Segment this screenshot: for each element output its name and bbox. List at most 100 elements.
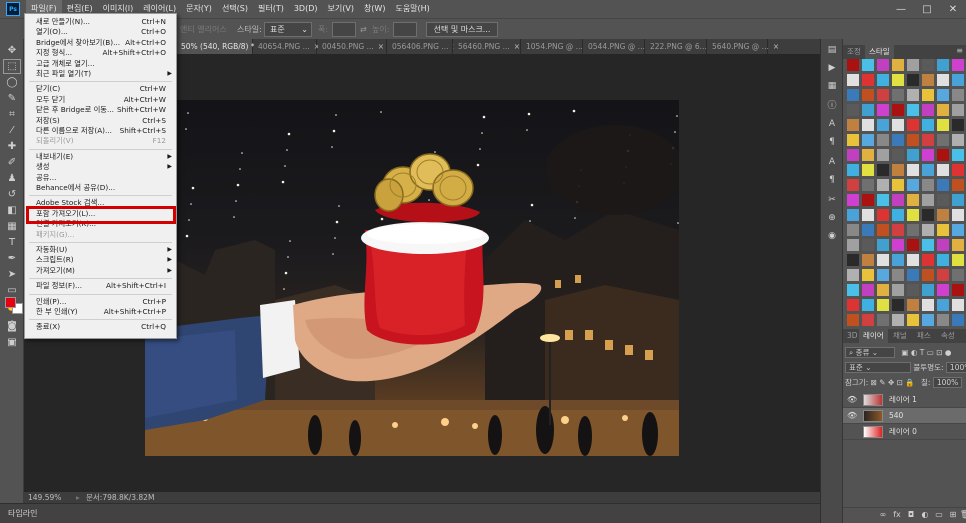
style-swatch[interactable] — [862, 269, 874, 281]
style-swatch[interactable] — [907, 224, 919, 236]
style-swatch[interactable] — [922, 59, 934, 71]
path-select-tool-icon[interactable]: ➤ — [3, 267, 21, 282]
style-swatch[interactable] — [937, 209, 949, 221]
style-swatch[interactable] — [937, 254, 949, 266]
quick-select-tool-icon[interactable]: ✎ — [3, 91, 21, 106]
properties-icon[interactable]: ▦ — [824, 79, 840, 93]
marquee-tool-icon[interactable]: ⬚ — [3, 59, 21, 74]
style-swatch[interactable] — [892, 284, 904, 296]
style-swatch[interactable] — [922, 89, 934, 101]
file-menu-item[interactable]: 닫기(C) Ctrl+W — [25, 84, 176, 94]
new-layer-icon[interactable]: ⊞ — [947, 510, 959, 519]
style-swatch[interactable] — [907, 89, 919, 101]
style-swatch[interactable] — [847, 119, 859, 131]
style-swatch[interactable] — [892, 224, 904, 236]
layer-filter-icons[interactable]: ▣ ◐ T ▭ ⊡ ● — [901, 348, 951, 357]
timeline-tab[interactable]: 타임라인 — [8, 508, 37, 519]
layer-row[interactable]: 레이어 0 — [843, 424, 966, 440]
style-swatch[interactable] — [877, 119, 889, 131]
document-tab[interactable]: 1054.PNG @ ...× — [522, 39, 593, 54]
style-swatch[interactable] — [922, 134, 934, 146]
style-swatch[interactable] — [937, 224, 949, 236]
file-menu-item[interactable]: 파일 정보(F)... Alt+Shift+Ctrl+I — [25, 281, 176, 291]
menu-item[interactable]: 보기(V) — [323, 0, 359, 18]
style-swatch[interactable] — [892, 254, 904, 266]
tab-properties[interactable]: 속성 — [937, 329, 959, 343]
width-field[interactable] — [332, 22, 356, 37]
style-swatch[interactable] — [892, 89, 904, 101]
opacity-field[interactable]: 100% — [945, 362, 966, 373]
style-swatch[interactable] — [937, 119, 949, 131]
maximize-button[interactable]: □ — [914, 0, 940, 18]
style-swatch[interactable] — [862, 209, 874, 221]
panel-menu-icon[interactable]: ≡ — [956, 46, 963, 55]
tab-layers[interactable]: 레이어 — [859, 329, 888, 343]
brush-settings-icon[interactable]: ✂ — [824, 193, 840, 207]
text-tool-icon[interactable]: T — [3, 235, 21, 250]
style-swatch[interactable] — [862, 59, 874, 71]
style-swatch[interactable] — [922, 254, 934, 266]
style-swatch[interactable] — [952, 134, 964, 146]
menu-item[interactable]: 문자(Y) — [181, 0, 217, 18]
style-swatch[interactable] — [862, 179, 874, 191]
style-swatch[interactable] — [847, 164, 859, 176]
style-swatch[interactable] — [862, 194, 874, 206]
style-swatch[interactable] — [847, 74, 859, 86]
style-swatch[interactable] — [862, 239, 874, 251]
style-swatch[interactable] — [937, 299, 949, 311]
style-swatch[interactable] — [892, 134, 904, 146]
document-canvas[interactable] — [145, 100, 679, 456]
style-swatch[interactable] — [862, 284, 874, 296]
style-swatch[interactable] — [862, 224, 874, 236]
style-swatch[interactable] — [952, 164, 964, 176]
brush-tool-icon[interactable]: ✐ — [3, 155, 21, 170]
file-menu-item[interactable]: 한 부 인쇄(Y) Alt+Shift+Ctrl+P — [25, 307, 176, 317]
antialias-checkbox[interactable]: 앤티 앨리어스 — [180, 22, 227, 37]
file-menu-item[interactable]: 열기(O)... Ctrl+O — [25, 27, 176, 37]
paragraph-icon[interactable]: ¶ — [824, 135, 840, 149]
shape-tool-icon[interactable]: ▭ — [3, 283, 21, 298]
fill-field[interactable]: 100% — [932, 377, 963, 388]
file-menu-item[interactable]: 닫은 후 Bridge로 이동... Shift+Ctrl+W — [25, 105, 176, 115]
screen-mode-icon[interactable]: ▣ — [3, 335, 21, 350]
style-swatch[interactable] — [892, 59, 904, 71]
style-swatch[interactable] — [907, 59, 919, 71]
eraser-tool-icon[interactable]: ◧ — [3, 203, 21, 218]
style-swatch[interactable] — [847, 284, 859, 296]
blend-mode-select[interactable]: 표준 ⌄ — [845, 362, 911, 373]
style-swatch[interactable] — [952, 104, 964, 116]
style-swatch[interactable] — [922, 179, 934, 191]
style-swatch[interactable] — [847, 134, 859, 146]
trash-icon[interactable]: 🗑 — [959, 510, 966, 519]
foreground-color-swatch[interactable] — [5, 297, 16, 308]
style-swatch[interactable] — [952, 119, 964, 131]
tab-close-icon[interactable]: × — [773, 42, 779, 51]
height-field[interactable] — [393, 22, 417, 37]
style-swatch[interactable] — [937, 134, 949, 146]
glyphs-icon[interactable]: A — [824, 155, 840, 169]
style-swatch[interactable] — [922, 239, 934, 251]
style-swatch[interactable] — [862, 104, 874, 116]
file-menu-item[interactable]: 다른 이름으로 저장(A)... Shift+Ctrl+S — [25, 126, 176, 136]
file-menu-item[interactable]: Bridge에서 찾아보기(B)... Alt+Ctrl+O — [25, 38, 176, 48]
style-swatch[interactable] — [922, 269, 934, 281]
style-swatch[interactable] — [937, 59, 949, 71]
style-swatch[interactable] — [877, 224, 889, 236]
tab-close-icon[interactable]: × — [514, 42, 520, 51]
style-swatch[interactable] — [937, 164, 949, 176]
style-swatch[interactable] — [922, 224, 934, 236]
zoom-level[interactable]: 149.59% — [28, 492, 61, 503]
style-swatch[interactable] — [862, 299, 874, 311]
document-tab[interactable]: 56460.PNG ... × — [454, 39, 521, 54]
actions-icon[interactable]: ▶ — [824, 61, 840, 75]
style-swatch[interactable] — [877, 89, 889, 101]
style-swatch[interactable] — [847, 269, 859, 281]
link-layers-icon[interactable]: ∞ — [877, 510, 889, 519]
group-icon[interactable]: ▭ — [933, 510, 945, 519]
gradient-tool-icon[interactable]: ▦ — [3, 219, 21, 234]
style-swatch[interactable] — [952, 299, 964, 311]
style-swatch[interactable] — [877, 314, 889, 326]
file-menu-item[interactable]: 스크립트(R) ▶ — [25, 255, 176, 265]
style-swatch[interactable] — [937, 314, 949, 326]
style-swatch[interactable] — [862, 74, 874, 86]
